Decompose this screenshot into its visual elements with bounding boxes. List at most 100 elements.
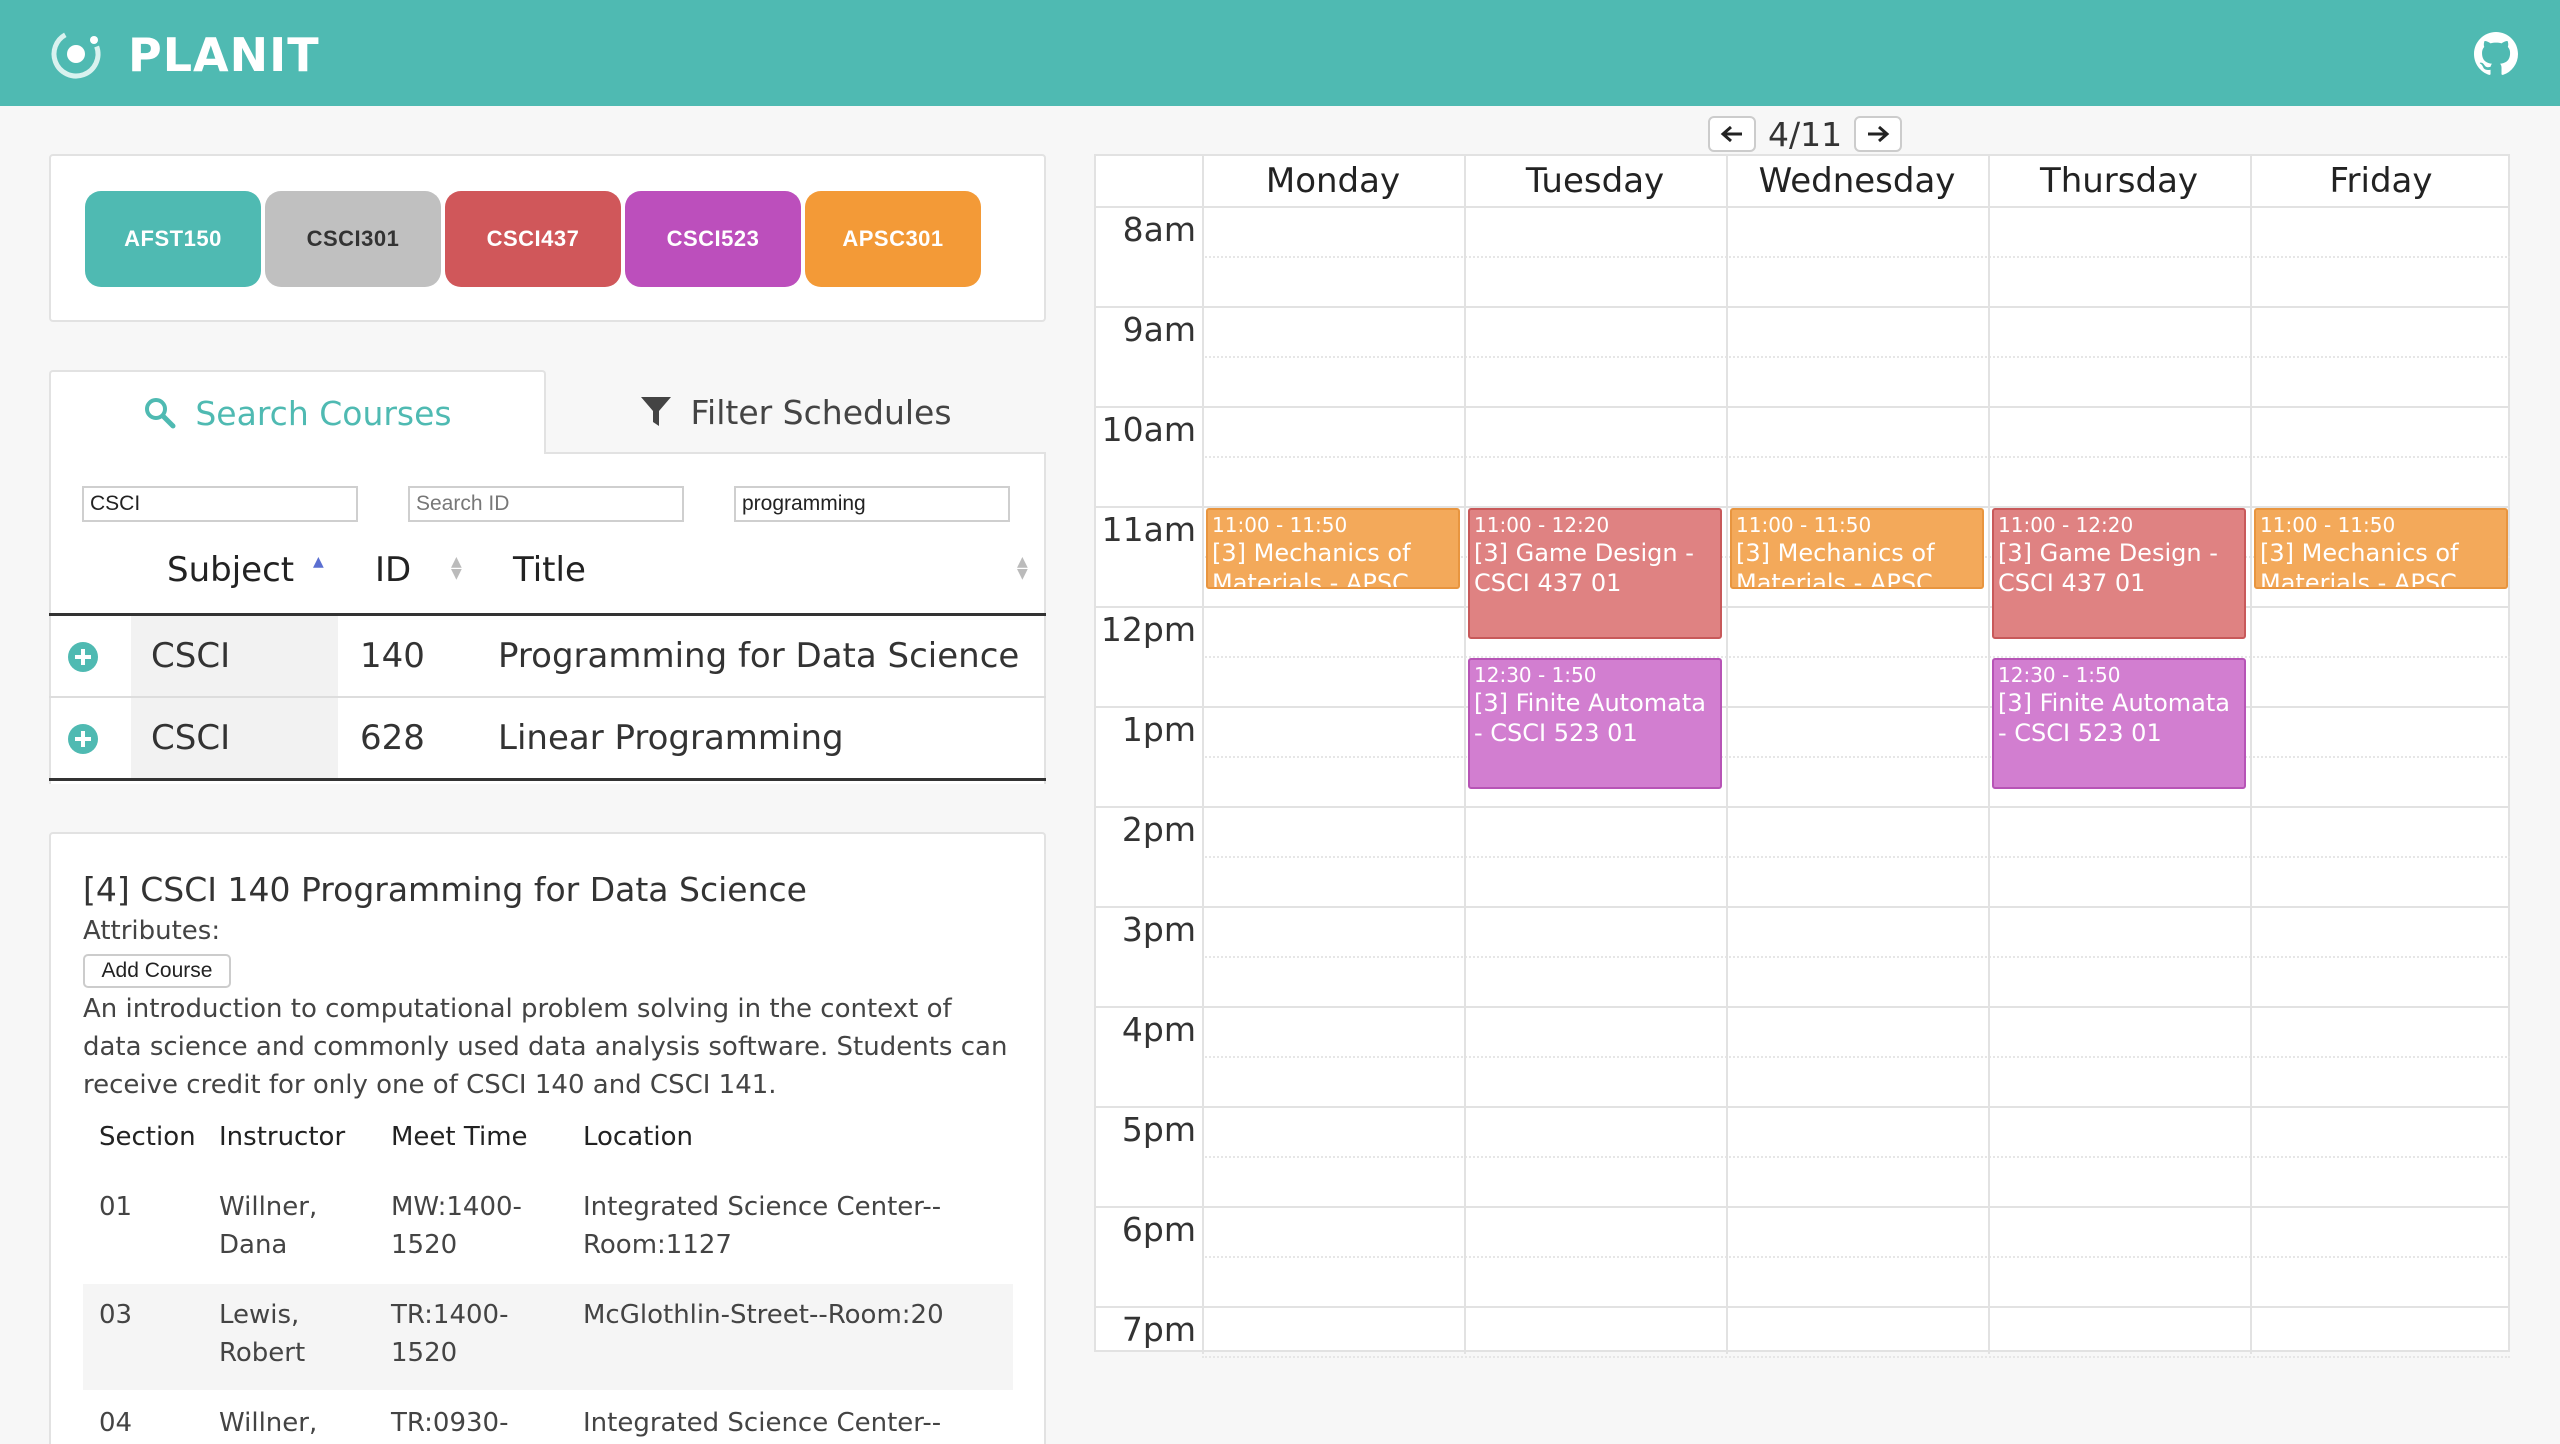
- plus-circle-icon[interactable]: [68, 642, 98, 672]
- week-navigator: 4/11: [1708, 114, 1903, 154]
- location: Integrated Science Center--: [583, 1192, 942, 1222]
- day-column-divider: [1464, 156, 1466, 1354]
- event-name: [3] Finite Automata - CSCI 523 01: [1998, 689, 2230, 747]
- title-column-header[interactable]: Title: [513, 546, 586, 594]
- hour-gridline: [1096, 1106, 2510, 1108]
- location: McGlothlin-Street--Room:20: [583, 1300, 944, 1330]
- instructor-header: Instructor: [219, 1122, 346, 1152]
- next-week-button[interactable]: [1854, 116, 1903, 152]
- calendar-event[interactable]: 12:30 - 1:50 [3] Finite Automata - CSCI 5…: [1992, 658, 2246, 790]
- instructor-name: Willner,: [219, 1408, 318, 1438]
- day-header-friday: Friday: [2329, 161, 2433, 201]
- hour-gridline: [1096, 706, 2510, 708]
- hour-gridline: [1096, 806, 2510, 808]
- event-name: [3] Game Design - CSCI 437 01: [1474, 539, 1694, 597]
- course-chip-afst150[interactable]: AFST150: [85, 191, 261, 287]
- half-hour-gridline: [1202, 856, 2510, 858]
- arrow-left-icon: [1720, 125, 1742, 143]
- sort-icon[interactable]: ▲ ▼: [451, 555, 462, 581]
- hour-label: 10am: [1101, 410, 1196, 449]
- event-time: 11:00 - 12:20: [1998, 513, 2134, 537]
- meet-time-2: 1520: [391, 1230, 458, 1260]
- sort-asc-icon[interactable]: ▲: [313, 555, 324, 569]
- course-description: An introduction to computational problem…: [83, 994, 1008, 1100]
- half-hour-gridline: [1202, 456, 2510, 458]
- attributes-label: Attributes:: [83, 916, 221, 946]
- event-name: [3] Mechanics of Materials - APSC 301: [2260, 539, 2459, 590]
- add-course-button[interactable]: Add Course: [83, 954, 231, 988]
- section-number: 03: [99, 1300, 133, 1330]
- subject-column-header[interactable]: Subject: [167, 546, 294, 594]
- half-hour-gridline: [1202, 756, 2510, 758]
- day-header-wednesday: Wednesday: [1758, 161, 1956, 201]
- course-chip-csci523[interactable]: CSCI523: [625, 191, 801, 287]
- calendar-event[interactable]: 11:00 - 11:50 [3] Mechanics of Materials …: [1206, 508, 1460, 590]
- calendar-event[interactable]: 11:00 - 11:50 [3] Mechanics of Materials …: [1730, 508, 1984, 590]
- table-row[interactable]: CSCI 628 Linear Programming: [49, 698, 1046, 778]
- calendar-event[interactable]: 12:30 - 1:50 [3] Finite Automata - CSCI 5…: [1468, 658, 1722, 790]
- tab-search-courses[interactable]: Search Courses: [49, 370, 546, 454]
- github-icon[interactable]: [2474, 32, 2518, 76]
- course-chip-csci437[interactable]: CSCI437: [445, 191, 621, 287]
- day-column-divider: [2250, 156, 2252, 1354]
- id-column-header[interactable]: ID: [375, 546, 411, 594]
- tab-filter-label: Filter Schedules: [690, 392, 952, 432]
- planit-logo-icon: [51, 29, 101, 79]
- course-detail-panel: [4] CSCI 140 Programming for Data Scienc…: [49, 832, 1046, 1444]
- row-title: Programming for Data Science: [498, 636, 1020, 676]
- hour-gridline: [1096, 606, 2510, 608]
- course-chip-csci301[interactable]: CSCI301: [265, 191, 441, 287]
- half-hour-gridline: [1202, 956, 2510, 958]
- half-hour-gridline: [1202, 656, 2510, 658]
- hour-gridline: [1096, 406, 2510, 408]
- instructor-name: Lewis,: [219, 1300, 300, 1330]
- calendar-event[interactable]: 11:00 - 11:50 [3] Mechanics of Materials …: [2254, 508, 2508, 590]
- hour-label: 5pm: [1121, 1110, 1196, 1149]
- title-search-input[interactable]: [734, 486, 1010, 522]
- app-title[interactable]: PLANIT: [128, 24, 320, 86]
- event-name: [3] Mechanics of Materials - APSC 301: [1212, 539, 1411, 590]
- tab-filter-schedules[interactable]: Filter Schedules: [546, 370, 1046, 454]
- hour-label: 9am: [1122, 310, 1196, 349]
- event-time: 11:00 - 11:50: [2260, 513, 2396, 537]
- hour-label: 3pm: [1121, 910, 1196, 949]
- hour-gridline: [1096, 1006, 2510, 1008]
- event-time: 12:30 - 1:50: [1474, 663, 1597, 687]
- plus-circle-icon[interactable]: [68, 724, 98, 754]
- search-icon: [145, 398, 176, 429]
- course-detail-title: [4] CSCI 140 Programming for Data Scienc…: [83, 870, 807, 909]
- meet-time: MW:1400-: [391, 1192, 522, 1222]
- time-column-divider: [1202, 156, 1204, 1354]
- calendar-event[interactable]: 11:00 - 12:20 [3] Game Design - CSCI 437 …: [1992, 508, 2246, 640]
- hour-label: 2pm: [1121, 810, 1196, 849]
- week-label: 4/11: [1768, 114, 1843, 154]
- weekly-calendar: 8am 9am 10am 11am 12pm 1pm 2pm 3pm 4pm 5pm 6pm 7pm M…: [1094, 154, 2510, 1358]
- subject-search-input[interactable]: [82, 486, 358, 522]
- row-title: Linear Programming: [498, 718, 844, 758]
- prev-week-button[interactable]: [1708, 116, 1756, 152]
- event-name: [3] Finite Automata - CSCI 523 01: [1474, 689, 1706, 747]
- event-time: 12:30 - 1:50: [1998, 663, 2121, 687]
- meet-time: TR:1400-: [391, 1300, 509, 1330]
- table-row[interactable]: CSCI 140 Programming for Data Science: [49, 616, 1046, 696]
- location-2: Room:1127: [583, 1230, 732, 1260]
- instructor-name: Willner,: [219, 1192, 318, 1222]
- half-hour-gridline: [1202, 1156, 2510, 1158]
- id-search-input[interactable]: [408, 486, 684, 522]
- meet-time-2: 1520: [391, 1338, 458, 1368]
- calendar-event[interactable]: 11:00 - 12:20 [3] Game Design - CSCI 437 …: [1468, 508, 1722, 640]
- event-name: [3] Game Design - CSCI 437 01: [1998, 539, 2218, 597]
- meet-time: TR:0930-: [391, 1408, 509, 1438]
- hour-gridline: [1096, 1206, 2510, 1208]
- hour-label: 8am: [1122, 210, 1196, 249]
- sort-icon[interactable]: ▲ ▼: [1017, 555, 1028, 581]
- half-hour-gridline: [1202, 256, 2510, 258]
- day-header-thursday: Thursday: [2039, 161, 2199, 201]
- section-header: Section: [99, 1122, 196, 1152]
- row-id: 628: [360, 718, 425, 758]
- section-number: 01: [99, 1192, 133, 1222]
- row-subject: CSCI: [151, 636, 231, 676]
- course-chip-apsc301[interactable]: APSC301: [805, 191, 981, 287]
- half-hour-gridline: [1202, 356, 2510, 358]
- half-hour-gridline: [1202, 1356, 2510, 1358]
